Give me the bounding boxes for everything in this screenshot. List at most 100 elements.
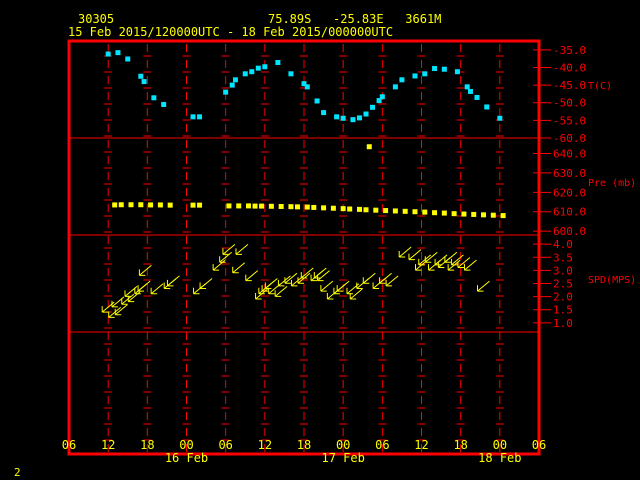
pressure-point: [500, 213, 506, 219]
pressure-point: [157, 202, 163, 208]
pressure-point: [432, 210, 438, 216]
pressure-point: [304, 204, 310, 210]
pressure-point: [278, 203, 284, 209]
pressure-point: [128, 202, 134, 208]
temperature-point: [441, 66, 447, 72]
temperature-point: [197, 114, 203, 120]
temperature-point: [370, 104, 376, 110]
temperature-point: [422, 71, 428, 77]
wind-arrow: [477, 280, 490, 292]
wind-arrow: [313, 267, 327, 279]
pressure-point: [373, 207, 379, 213]
y-tick-label: -45.0: [553, 79, 586, 92]
footer-page-number: 2: [14, 466, 21, 479]
x-tick-label: 12: [414, 438, 428, 452]
temperature-point: [379, 94, 385, 100]
x-tick-label: 06: [532, 438, 546, 452]
x-tick-label: 00: [493, 438, 507, 452]
station-location: 75.89S -25.83E 3661M: [268, 12, 441, 26]
wind-series: [101, 244, 490, 318]
temperature-point: [138, 73, 144, 79]
temperature-point: [115, 50, 121, 56]
temperature-point: [321, 110, 327, 116]
wind-arrow: [245, 270, 259, 282]
y-tick-label: 4.0: [553, 238, 573, 251]
y-tick-label: 600.0: [553, 225, 586, 238]
x-tick-label: 12: [101, 438, 115, 452]
pressure-point: [356, 206, 362, 212]
x-tick-label: 18: [453, 438, 467, 452]
temperature-point: [242, 71, 248, 77]
pressure-point: [112, 202, 118, 208]
wind-arrow: [150, 283, 164, 295]
pressure-point: [226, 203, 232, 209]
y-tick-label: -60.0: [553, 132, 586, 145]
pressure-point: [197, 202, 203, 208]
station-id: 30305: [78, 12, 114, 26]
temperature-point: [232, 77, 238, 83]
pressure-point: [340, 206, 346, 212]
x-tick-label: 06: [62, 438, 76, 452]
temperature-point: [190, 114, 196, 120]
y-tick-label: 2.0: [553, 291, 573, 304]
y-tick-label: 2.5: [553, 278, 573, 291]
temperature-point: [141, 79, 147, 85]
x-tick-label: 12: [258, 438, 272, 452]
y-axis-label: Pre (mb): [588, 178, 636, 189]
x-day-label: 16 Feb: [165, 451, 208, 465]
temperature-point: [161, 101, 167, 107]
x-tick-label: 18: [297, 438, 311, 452]
y-tick-label: 3.0: [553, 264, 573, 277]
wind-arrow: [444, 251, 458, 263]
temperature-point: [432, 66, 438, 72]
temperature-point: [467, 88, 473, 94]
y-tick-label: 620.0: [553, 186, 586, 199]
pressure-point: [461, 211, 467, 217]
temperature-point: [288, 71, 294, 77]
temperature-point: [363, 111, 369, 117]
x-tick-label: 06: [218, 438, 232, 452]
wind-arrow: [408, 249, 422, 261]
pressure-point: [311, 204, 317, 210]
wind-arrow: [235, 244, 249, 255]
temperature-point: [255, 65, 261, 71]
wind-arrow: [362, 272, 376, 284]
wind-arrow: [284, 272, 298, 284]
pressure-point: [167, 202, 173, 208]
y-tick-label: -40.0: [553, 61, 586, 74]
x-tick-label: 06: [375, 438, 389, 452]
x-axis-ticks: 06 12 18 00 06 12 18 00 06 12 18 00 06 16 Feb 17 Feb 18…: [62, 438, 546, 465]
y-tick-label: 610.0: [553, 206, 586, 219]
y-tick-label: 640.0: [553, 148, 586, 161]
pressure-point: [451, 211, 457, 217]
pressure-point: [190, 202, 196, 208]
wind-arrow: [463, 259, 477, 271]
pressure-point: [294, 204, 300, 210]
wind-arrow: [274, 285, 288, 297]
temperature-point: [484, 104, 490, 110]
pressure-point: [366, 144, 372, 150]
temperature-point: [454, 69, 460, 75]
pressure-point: [383, 208, 389, 214]
y-tick-label: -50.0: [553, 97, 586, 110]
pressure-point: [148, 202, 154, 208]
wind-arrow: [277, 275, 291, 287]
y-tick-label: 3.5: [553, 251, 573, 264]
temperature-point: [275, 60, 281, 66]
pressure-point: [471, 211, 477, 217]
y-tick-label: 1.0: [553, 317, 573, 330]
wind-arrow: [166, 275, 180, 287]
pressure-point: [138, 202, 144, 208]
wind-arrow: [379, 272, 392, 284]
y-tick-label: 630.0: [553, 167, 586, 180]
wind-arrow: [114, 304, 128, 316]
temperature-point: [151, 95, 157, 101]
pressure-point: [321, 205, 327, 211]
pressure-point: [252, 203, 258, 209]
x-tick-label: 00: [336, 438, 350, 452]
temperature-point: [334, 114, 340, 120]
wind-arrow: [199, 278, 213, 289]
pressure-point: [330, 205, 336, 211]
pressure-point: [347, 206, 353, 212]
wind-arrow: [418, 254, 432, 266]
